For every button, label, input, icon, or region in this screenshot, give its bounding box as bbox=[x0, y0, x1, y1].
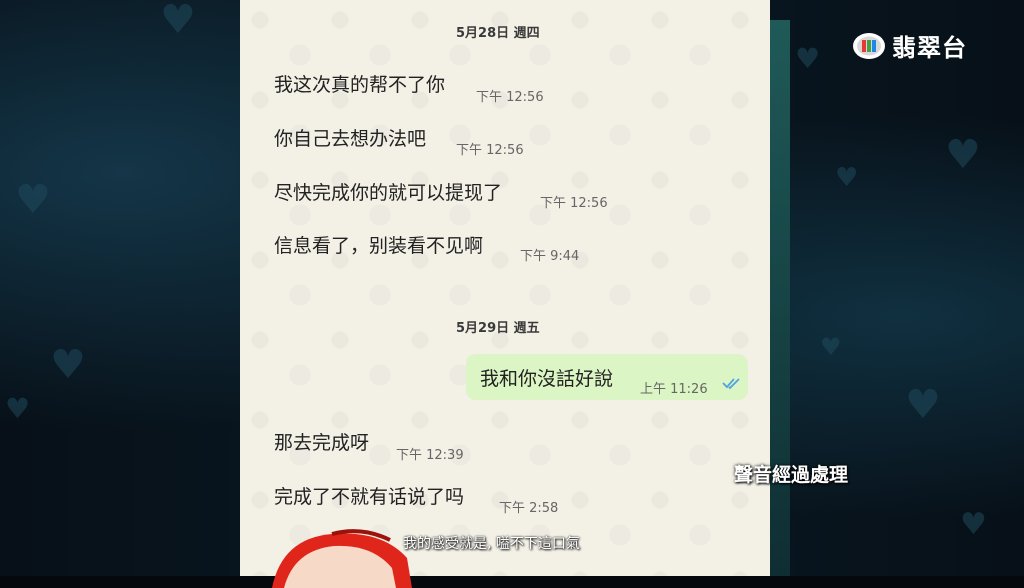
audio-processed-caption: 聲音經過處理 bbox=[734, 464, 849, 486]
message-time: 上午 11:26 bbox=[640, 382, 708, 397]
heart-icon: ♥ bbox=[905, 382, 941, 428]
heart-icon: ♥ bbox=[15, 177, 51, 223]
heart-icon: ♥ bbox=[50, 342, 86, 388]
message-text: 信息看了，别装看不见啊 bbox=[274, 235, 484, 257]
message-text: 我这次真的帮不了你 bbox=[274, 74, 446, 96]
heart-icon: ♥ bbox=[5, 392, 31, 425]
message-text: 尽快完成你的就可以提现了 bbox=[274, 182, 503, 204]
tvb-logo-icon bbox=[853, 32, 885, 59]
message-text: 你自己去想办法吧 bbox=[274, 128, 427, 150]
outgoing-message-bubble[interactable]: 我和你沒話好說 上午 11:26 bbox=[466, 354, 748, 400]
message-time: 下午 12:56 bbox=[540, 196, 608, 211]
subtitle-caption: 我的感受就是, 嗌不下這口氣 bbox=[403, 536, 580, 552]
message-text: 那去完成呀 bbox=[274, 432, 370, 454]
message-text: 我和你沒話好說 bbox=[480, 368, 614, 390]
cartoon-mascot-icon bbox=[272, 529, 412, 588]
chat-screen: 5月28日 週四 我这次真的帮不了你 下午 12:56 你自己去想办法吧 下午 … bbox=[240, 0, 770, 576]
message-text: 完成了不就有话说了吗 bbox=[274, 486, 465, 508]
heart-icon: ♥ bbox=[960, 507, 987, 542]
message-time: 下午 2:58 bbox=[499, 501, 559, 516]
channel-logo: 翡翠台 bbox=[852, 28, 967, 63]
heart-icon: ♥ bbox=[945, 132, 981, 178]
heart-icon: ♥ bbox=[795, 42, 821, 75]
heart-icon: ♥ bbox=[835, 163, 859, 193]
channel-name: 翡翠台 bbox=[892, 34, 967, 62]
date-separator: 5月29日 週五 bbox=[456, 321, 540, 336]
message-time: 下午 9:44 bbox=[520, 249, 580, 264]
date-separator: 5月28日 週四 bbox=[456, 26, 540, 41]
message-time: 下午 12:56 bbox=[476, 90, 544, 105]
heart-icon: ♥ bbox=[160, 0, 196, 43]
message-time: 下午 12:56 bbox=[456, 143, 524, 158]
message-time: 下午 12:39 bbox=[396, 448, 464, 463]
double-check-icon bbox=[722, 378, 740, 390]
decorative-strip bbox=[768, 20, 790, 576]
heart-icon: ♥ bbox=[820, 333, 842, 361]
